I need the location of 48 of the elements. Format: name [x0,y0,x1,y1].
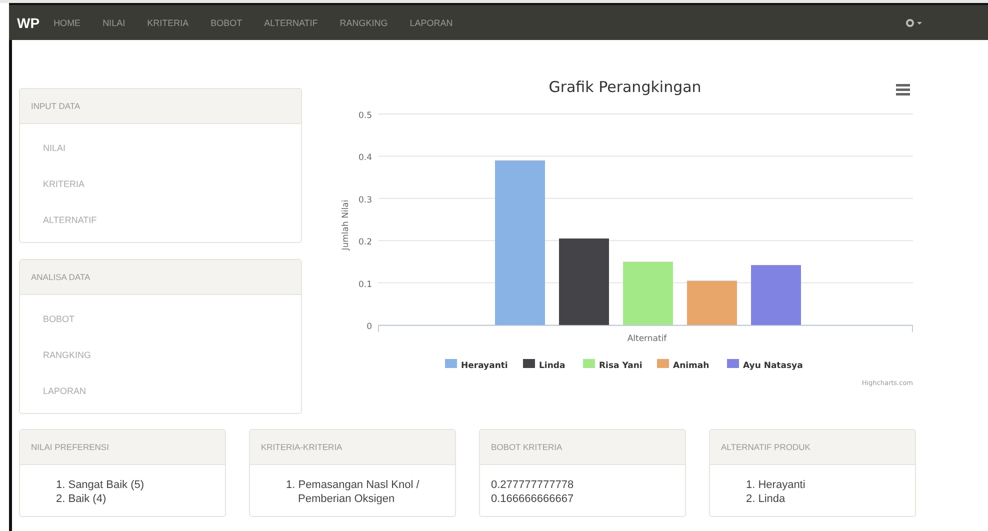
panel-link[interactable]: BOBOT [43,314,301,325]
panel-link[interactable]: RANGKING [43,350,301,361]
nav-link[interactable]: NILAI [102,18,126,28]
list-item: 2. Baik (4) [56,492,108,506]
panel-link[interactable]: KRITERIA [43,179,301,190]
list-item: 1. Sangat Baik (5) [56,478,146,492]
legend-item[interactable]: Herayanti [445,359,508,371]
list-item: 0.166666666667 [491,492,575,506]
nav-link[interactable]: HOME [54,18,81,28]
menu-icon[interactable] [896,84,910,96]
y-tick-label: 0.5 [358,111,372,121]
panel-title: BOBOT KRITERIA [491,442,562,452]
y-tick-label: 0.2 [358,238,372,248]
panel-title: INPUT DATA [31,101,80,111]
legend-label: Ayu Natasya [743,361,804,371]
panel-title: ALTERNATIF PRODUK [721,442,810,452]
legend-item[interactable]: Risa Yani [583,359,642,371]
legend-label: Animah [673,361,710,371]
nav-link[interactable]: KRITERIA [147,18,189,28]
legend-label: Risa Yani [599,361,642,371]
nav-link[interactable]: RANGKING [340,18,388,28]
y-tick-label: 0.4 [358,153,372,164]
legend-item[interactable]: Animah [657,359,710,371]
panel-link[interactable]: LAPORAN [43,386,301,397]
legend-item[interactable]: Linda [523,359,566,371]
list-item: 2. Linda [746,492,786,506]
settings-icon[interactable] [906,18,924,26]
y-axis-title: Jumlah Nilai [341,200,351,250]
legend-item[interactable]: Ayu Natasya [727,359,803,371]
panel-link[interactable]: ALTERNATIF [43,215,301,226]
panel-title: ANALISA DATA [31,272,90,282]
legend-label: Herayanti [461,361,508,371]
legend-label: Linda [539,361,566,371]
nav-link[interactable]: BOBOT [210,18,242,28]
nav-link[interactable]: ALTERNATIF [264,18,318,28]
list-item: 1. Pemasangan Nasl Knol / Pemberian Oksigen [286,478,420,506]
x-category-label: Alternatif [627,334,667,344]
nav-link[interactable]: LAPORAN [410,18,453,28]
chart-title: Grafik Perangkingan [548,78,702,96]
list-item: 1. Herayanti [746,478,806,492]
y-tick-label: 0.3 [358,195,372,206]
y-tick-label: 0 [366,322,372,332]
panel-title: KRITERIA-KRITERIA [261,442,342,452]
panel-link[interactable]: NILAI [43,143,301,154]
y-tick-label: 0.1 [358,280,372,290]
brand-link[interactable]: WP [17,14,40,30]
panel-title: NILAI PREFERENSI [31,442,109,452]
list-item: 0.277777777778 [491,478,575,492]
